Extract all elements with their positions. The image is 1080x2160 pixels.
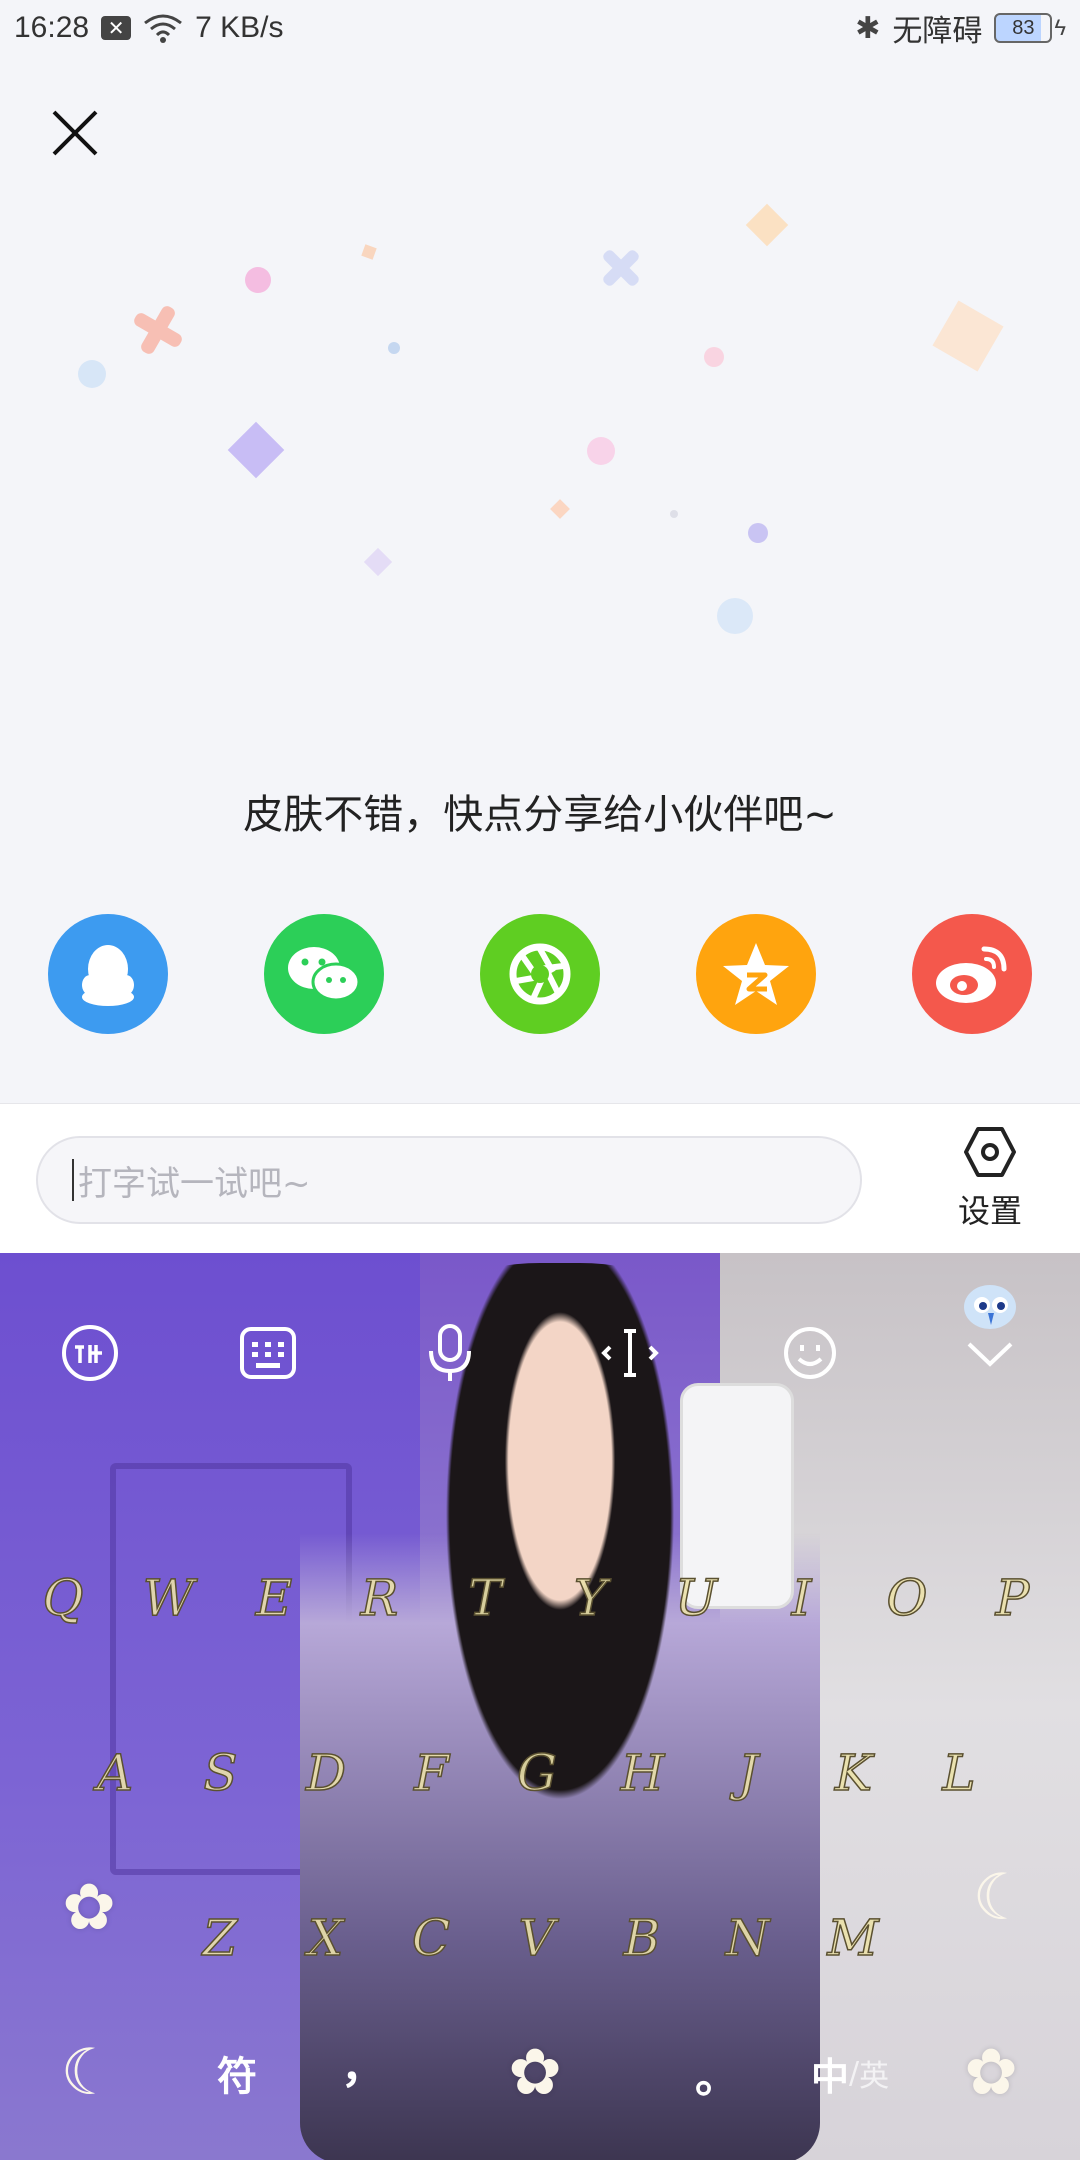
key-w[interactable]: W — [124, 1553, 214, 1643]
key-r[interactable]: R — [335, 1553, 425, 1643]
enter-key-star-icon[interactable]: ✿ — [946, 2028, 1036, 2118]
key-a[interactable]: A — [70, 1728, 160, 1818]
key-n[interactable]: N — [703, 1893, 793, 1983]
keyboard-icon — [240, 1327, 296, 1379]
xunfei-logo-icon — [62, 1325, 118, 1381]
keyboard-switch-button[interactable] — [228, 1313, 308, 1393]
key-q[interactable]: Q — [18, 1553, 108, 1643]
qq-share-button[interactable] — [48, 914, 168, 1034]
microphone-icon — [429, 1324, 471, 1381]
key-x[interactable]: X — [281, 1893, 371, 1983]
key-l[interactable]: L — [914, 1728, 1004, 1818]
input-placeholder: 打字试一试吧~ — [78, 1163, 311, 1204]
lang-chinese: 中 — [810, 2054, 849, 2099]
key-m[interactable]: M — [808, 1893, 898, 1983]
language-toggle-key[interactable]: 中 / 英 — [790, 2028, 910, 2118]
moon-decoration-icon: ☾ — [972, 1861, 1030, 1935]
wifi-icon — [144, 14, 182, 43]
comma-key[interactable]: ， — [318, 2018, 408, 2108]
battery-level: 83 — [1012, 16, 1035, 39]
moon-key-icon[interactable]: ☾ — [44, 2028, 134, 2118]
notification-x-icon: ✕ — [101, 16, 132, 40]
keyboard-skin-preview: QWERTYUIOP ASDFGHJKL ZXCVBNM ✿ ☾ ☾ 符 ， ✿ 。… — [0, 1253, 1080, 2160]
input-bar: 打字试一试吧~ 设置 — [0, 1103, 1080, 1254]
wechat-share-button[interactable] — [264, 914, 384, 1034]
weibo-share-button[interactable] — [912, 914, 1032, 1034]
charging-icon: ϟ — [1054, 15, 1066, 40]
net-speed: 7 KB/s — [195, 11, 284, 44]
qq-penguin-icon — [82, 945, 134, 1006]
emoji-icon — [784, 1327, 836, 1379]
text-caret — [72, 1159, 74, 1201]
confetti-decoration — [78, 203, 1004, 634]
try-typing-input[interactable]: 打字试一试吧~ — [36, 1136, 862, 1224]
key-o[interactable]: O — [862, 1553, 952, 1643]
key-g[interactable]: G — [492, 1728, 582, 1818]
key-u[interactable]: U — [651, 1553, 741, 1643]
key-i[interactable]: I — [757, 1553, 847, 1643]
symbol-key[interactable]: 符 — [192, 2028, 282, 2118]
key-b[interactable]: B — [597, 1893, 687, 1983]
qzone-star-icon — [723, 943, 789, 1005]
settings-button[interactable]: 设置 — [948, 1124, 1032, 1232]
wechat-icon — [288, 947, 361, 1002]
key-f[interactable]: F — [387, 1728, 477, 1818]
xunfei-button[interactable] — [50, 1313, 130, 1393]
voice-input-button[interactable] — [410, 1313, 490, 1393]
weibo-icon — [936, 946, 1007, 1003]
key-z[interactable]: Z — [175, 1893, 265, 1983]
key-v[interactable]: V — [492, 1893, 582, 1983]
cursor-move-button[interactable] — [590, 1313, 670, 1393]
cursor-move-icon — [601, 1329, 659, 1377]
lang-english: 英 — [859, 2059, 890, 2094]
key-h[interactable]: H — [598, 1728, 688, 1818]
space-key-star-icon[interactable]: ✿ — [490, 2028, 580, 2118]
qzone-share-button[interactable] — [696, 914, 816, 1034]
key-j[interactable]: J — [703, 1728, 793, 1818]
battery-indicator: 83 ϟ — [994, 13, 1066, 43]
bluetooth-icon: ✱ — [855, 11, 881, 45]
moments-share-button[interactable] — [480, 914, 600, 1034]
key-d[interactable]: D — [281, 1728, 371, 1818]
key-t[interactable]: T — [440, 1553, 530, 1643]
status-bar: 16:28 ✕ 7 KB/s ✱ 无障碍 83 ϟ — [0, 0, 1080, 56]
key-k[interactable]: K — [809, 1728, 899, 1818]
emoji-button[interactable] — [770, 1313, 850, 1393]
hide-keyboard-button[interactable] — [950, 1313, 1030, 1393]
status-time: 16:28 — [14, 11, 90, 44]
accessibility-label: 无障碍 — [892, 15, 983, 48]
key-p[interactable]: P — [968, 1553, 1058, 1643]
chevron-down-icon — [967, 1342, 1013, 1367]
key-s[interactable]: S — [176, 1728, 266, 1818]
keyboard-toolbar — [0, 1313, 1080, 1393]
key-y[interactable]: Y — [546, 1553, 636, 1643]
key-e[interactable]: E — [229, 1553, 319, 1643]
star-decoration-icon: ✿ — [62, 1871, 116, 1945]
period-key[interactable]: 。 — [672, 2028, 762, 2118]
lang-separator: / — [848, 2055, 860, 2091]
share-targets-row — [0, 914, 1080, 1034]
share-prompt-title: 皮肤不错，快点分享给小伙伴吧~ — [243, 792, 837, 838]
aperture-icon — [509, 943, 571, 1005]
settings-label: 设置 — [957, 1192, 1022, 1230]
key-c[interactable]: C — [386, 1893, 476, 1983]
gear-hexagon-icon — [964, 1127, 1016, 1177]
